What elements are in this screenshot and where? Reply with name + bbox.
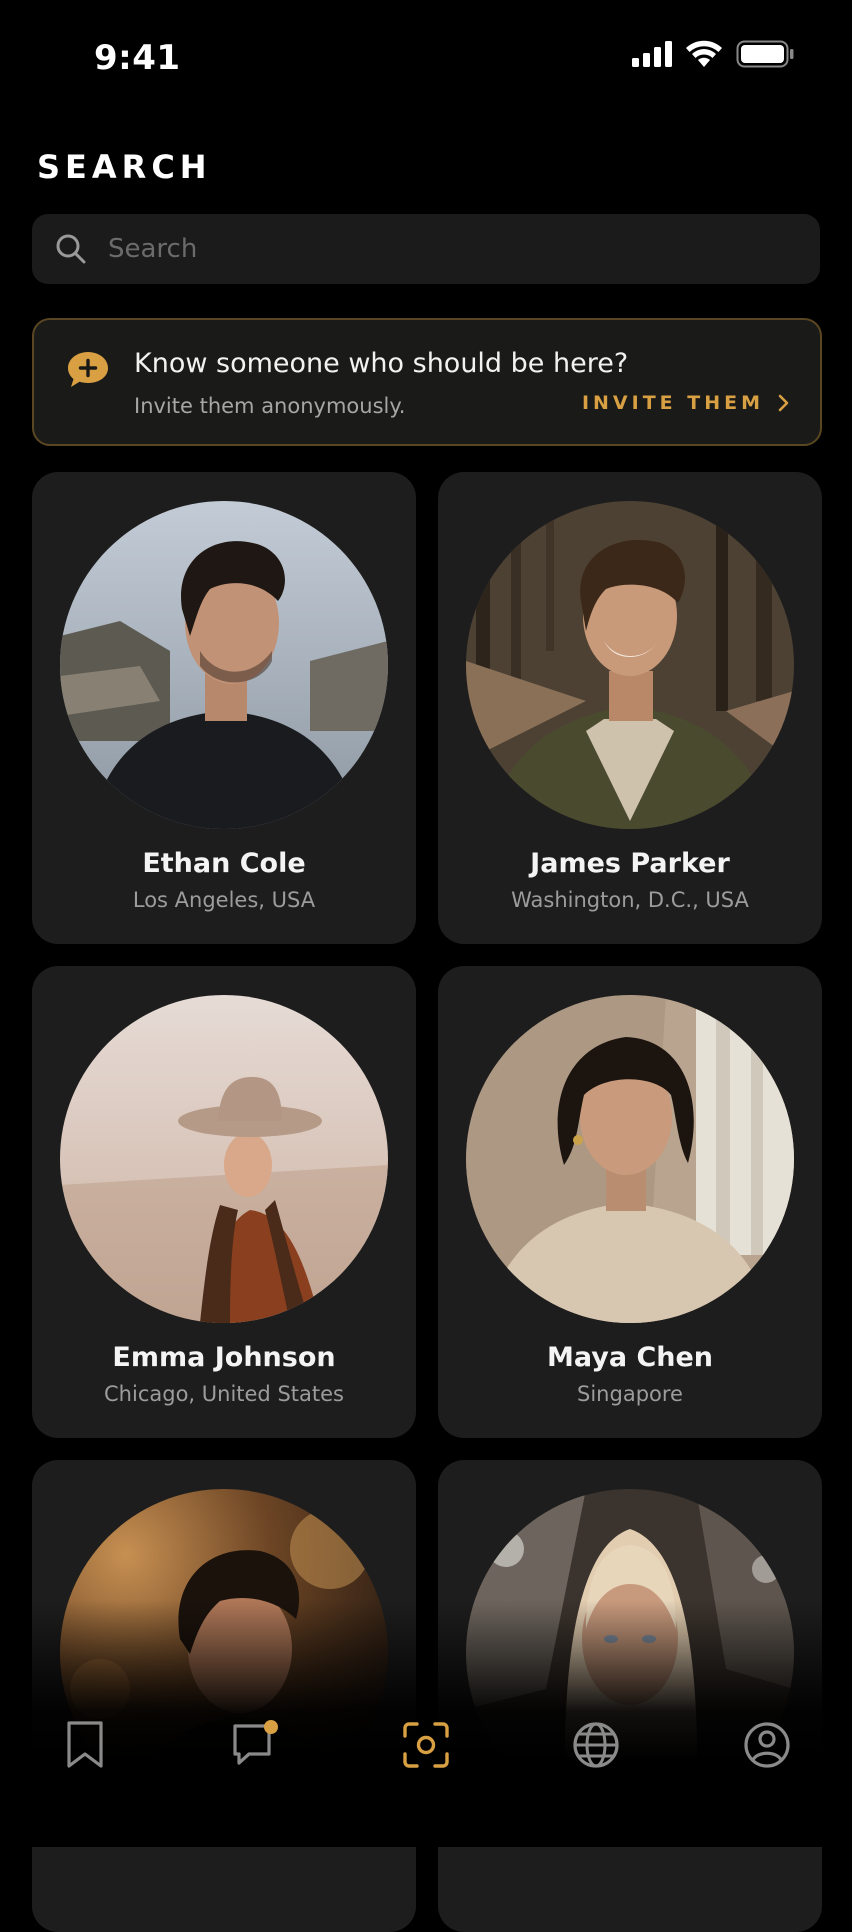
profile-card[interactable]: Emma Johnson Chicago, United States bbox=[32, 966, 416, 1438]
globe-icon bbox=[573, 1722, 619, 1768]
nav-search[interactable] bbox=[386, 1705, 466, 1785]
notification-dot bbox=[263, 1720, 278, 1734]
profile-name: Maya Chen bbox=[546, 1342, 714, 1373]
nav-profile[interactable] bbox=[727, 1705, 807, 1785]
bookmark-icon bbox=[67, 1721, 103, 1768]
profile-location: Chicago, United States bbox=[104, 1382, 344, 1406]
search-input[interactable] bbox=[106, 233, 790, 265]
bottom-navigation bbox=[0, 1700, 852, 1790]
chat-icon bbox=[232, 1720, 278, 1765]
page-title: SEARCH bbox=[37, 148, 212, 186]
battery-icon bbox=[736, 40, 794, 68]
profile-photo bbox=[60, 501, 388, 829]
profile-location: Washington, D.C., USA bbox=[511, 888, 749, 912]
profile-location: Los Angeles, USA bbox=[132, 888, 316, 912]
search-bar[interactable] bbox=[32, 214, 820, 284]
profile-name: Ethan Cole bbox=[142, 848, 306, 879]
nav-saved[interactable] bbox=[45, 1705, 125, 1785]
wifi-icon bbox=[686, 40, 722, 67]
invite-them-button[interactable]: INVITE THEM bbox=[582, 392, 790, 414]
add-chat-icon bbox=[68, 352, 108, 387]
profile-name: James Parker bbox=[530, 848, 730, 879]
nav-messages[interactable] bbox=[216, 1705, 296, 1785]
invite-headline: Know someone who should be here? bbox=[134, 348, 629, 379]
invite-banner: Know someone who should be here? Invite … bbox=[32, 318, 822, 446]
profile-name: Emma Johnson bbox=[112, 1342, 336, 1373]
status-time: 9:41 bbox=[94, 38, 181, 78]
scan-icon bbox=[403, 1722, 449, 1768]
profile-location: Singapore bbox=[577, 1382, 683, 1406]
profile-card[interactable]: Ethan Cole Los Angeles, USA bbox=[32, 472, 416, 944]
status-icons bbox=[632, 40, 794, 68]
profile-card[interactable]: James Parker Washington, D.C., USA bbox=[438, 472, 822, 944]
signal-icon bbox=[632, 41, 672, 67]
profile-photo bbox=[60, 995, 388, 1323]
profile-photo bbox=[466, 501, 794, 829]
invite-them-label: INVITE THEM bbox=[581, 392, 764, 414]
chevron-right-icon bbox=[778, 394, 789, 412]
nav-explore[interactable] bbox=[556, 1705, 636, 1785]
profile-icon bbox=[744, 1722, 790, 1768]
profile-photo bbox=[466, 995, 794, 1323]
invite-subtext: Invite them anonymously. bbox=[134, 394, 406, 418]
search-icon bbox=[56, 234, 86, 264]
profile-card[interactable]: Maya Chen Singapore bbox=[438, 966, 822, 1438]
